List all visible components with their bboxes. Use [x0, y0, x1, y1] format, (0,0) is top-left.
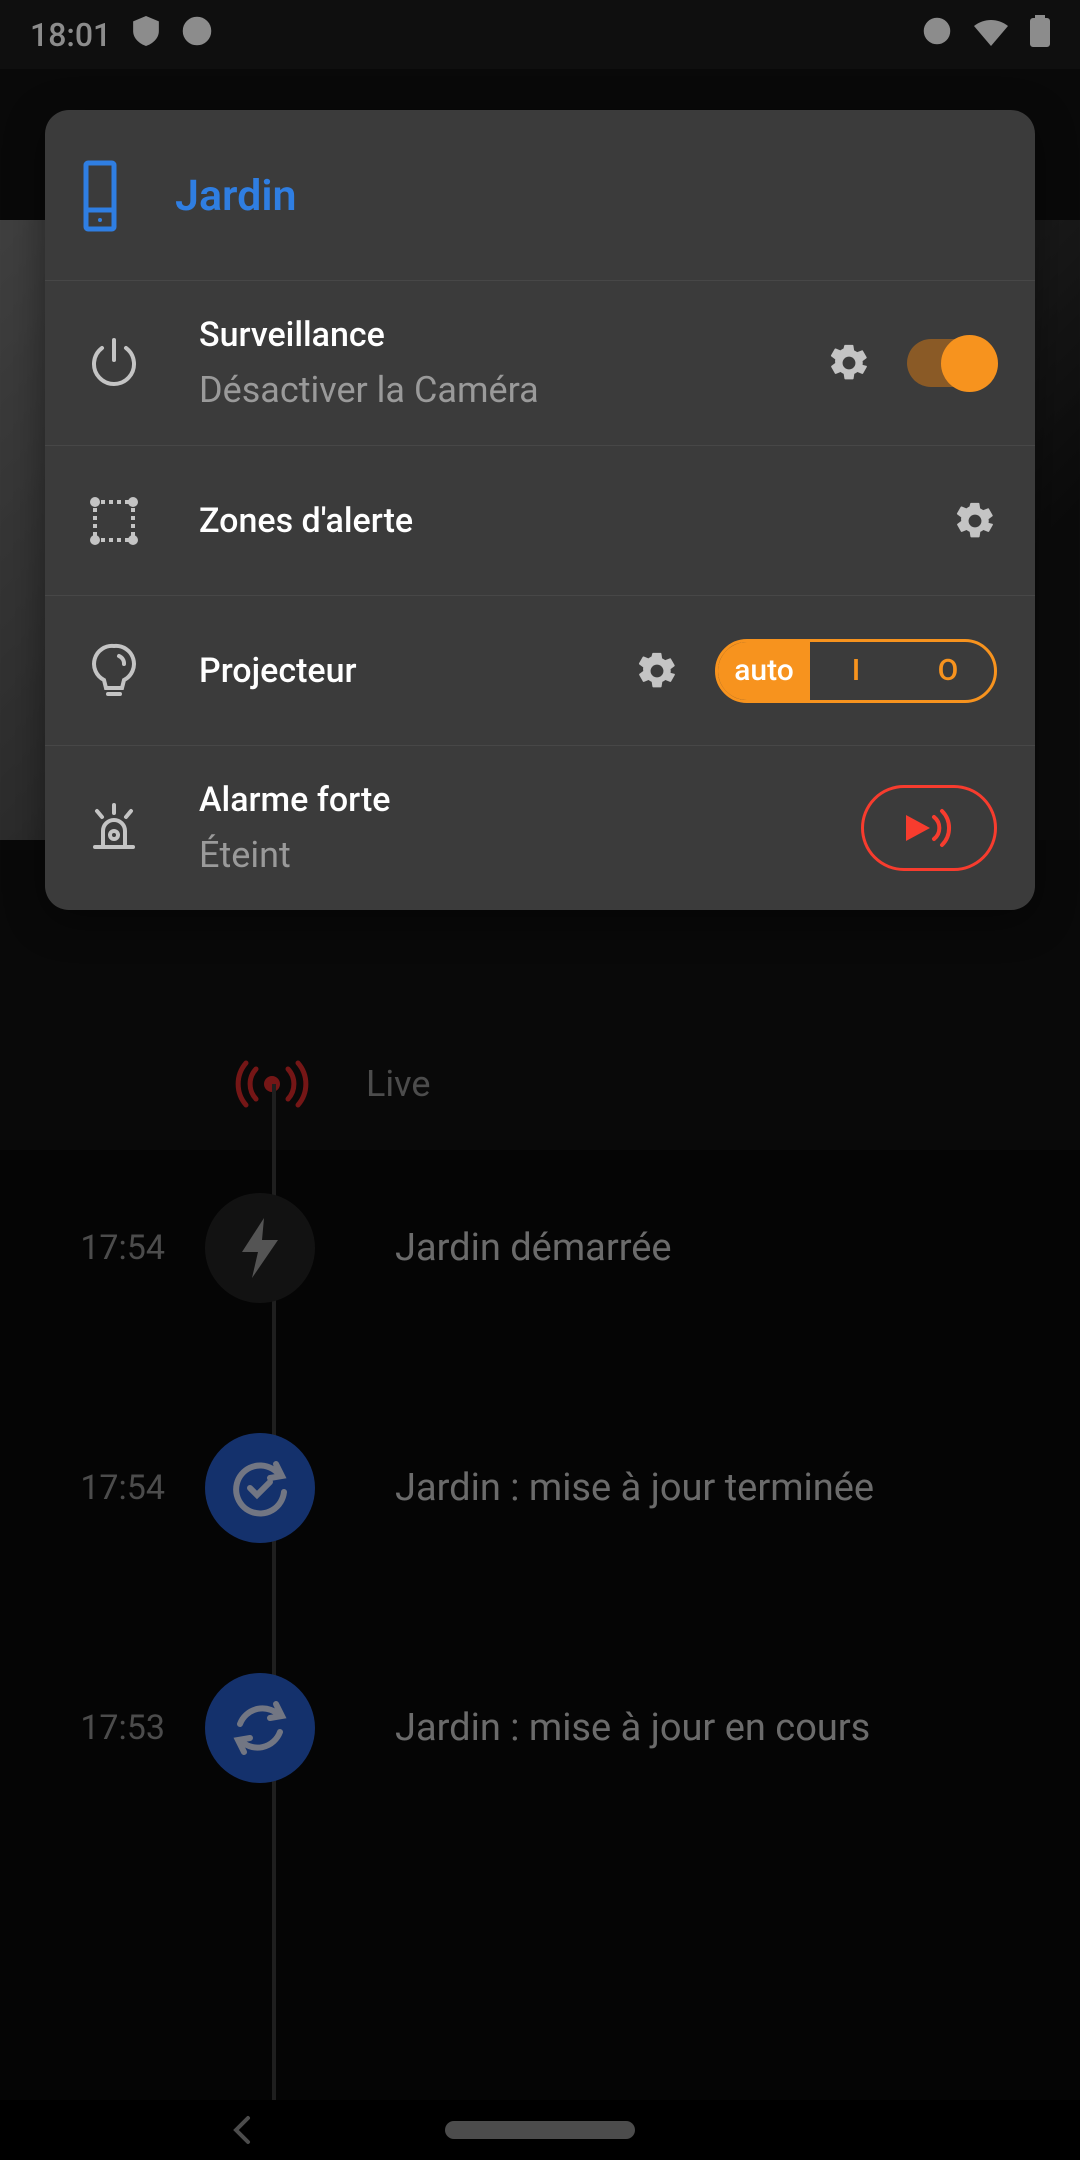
- surveillance-row: Surveillance Désactiver la Caméra: [45, 280, 1035, 445]
- sync-check-icon: [205, 1433, 315, 1543]
- surveillance-subtitle: Désactiver la Caméra: [199, 369, 827, 411]
- camera-settings-panel: Jardin Surveillance Désactiver la Caméra: [45, 110, 1035, 910]
- timeline-live-row[interactable]: Live: [0, 1040, 1080, 1128]
- timeline: Live 17:54 Jardin démarrée 17:54 Jardin …: [0, 1040, 1080, 2100]
- event-label: Jardin : mise à jour terminée: [395, 1466, 874, 1510]
- alarm-trigger-button[interactable]: [861, 785, 997, 871]
- event-time: 17:53: [0, 1708, 165, 1748]
- projector-mode-off[interactable]: O: [902, 642, 994, 700]
- alarm-row: Alarme forte Éteint: [45, 745, 1035, 910]
- timeline-event[interactable]: 17:54 Jardin : mise à jour terminée: [0, 1368, 1080, 1608]
- timeline-event[interactable]: 17:53 Jardin : mise à jour en cours: [0, 1608, 1080, 1848]
- alert-zones-row[interactable]: Zones d'alerte: [45, 445, 1035, 595]
- surveillance-title: Surveillance: [199, 315, 827, 355]
- alarm-title: Alarme forte: [199, 780, 861, 820]
- projector-mode-segmented[interactable]: auto I O: [715, 639, 997, 703]
- projector-mode-on[interactable]: I: [810, 642, 902, 700]
- live-label: Live: [366, 1063, 430, 1105]
- camera-device-icon: [83, 160, 117, 232]
- projector-title: Projecteur: [199, 651, 635, 691]
- sync-icon: [205, 1673, 315, 1783]
- timeline-event[interactable]: 17:54 Jardin démarrée: [0, 1128, 1080, 1368]
- shield-icon: [133, 16, 159, 54]
- wifi-icon: [974, 16, 1008, 54]
- projector-row: Projecteur auto I O: [45, 595, 1035, 745]
- home-pill[interactable]: [445, 2121, 635, 2139]
- alert-zones-settings-button[interactable]: [953, 499, 997, 543]
- battery-icon: [1030, 15, 1050, 55]
- alarm-subtitle: Éteint: [199, 834, 861, 876]
- bolt-icon: [205, 1193, 315, 1303]
- back-icon[interactable]: [230, 2114, 256, 2150]
- update-icon: [181, 15, 213, 55]
- projector-settings-button[interactable]: [635, 649, 679, 693]
- projector-mode-auto[interactable]: auto: [718, 642, 810, 700]
- event-label: Jardin : mise à jour en cours: [395, 1706, 870, 1750]
- zone-icon: [83, 496, 145, 546]
- event-label: Jardin démarrée: [395, 1226, 672, 1270]
- event-time: 17:54: [0, 1228, 165, 1268]
- panel-title: Jardin: [175, 171, 297, 221]
- siren-icon: [83, 801, 145, 855]
- dnd-icon: [922, 16, 952, 54]
- surveillance-toggle[interactable]: [907, 339, 997, 387]
- surveillance-settings-button[interactable]: [827, 341, 871, 385]
- event-time: 17:54: [0, 1468, 165, 1508]
- alert-zones-title: Zones d'alerte: [199, 501, 953, 541]
- bulb-icon: [83, 642, 145, 700]
- system-nav-bar: [0, 2100, 1080, 2160]
- power-icon: [83, 336, 145, 390]
- panel-header[interactable]: Jardin: [45, 110, 1035, 280]
- status-bar: 18:01: [0, 0, 1080, 69]
- status-time: 18:01: [30, 16, 111, 54]
